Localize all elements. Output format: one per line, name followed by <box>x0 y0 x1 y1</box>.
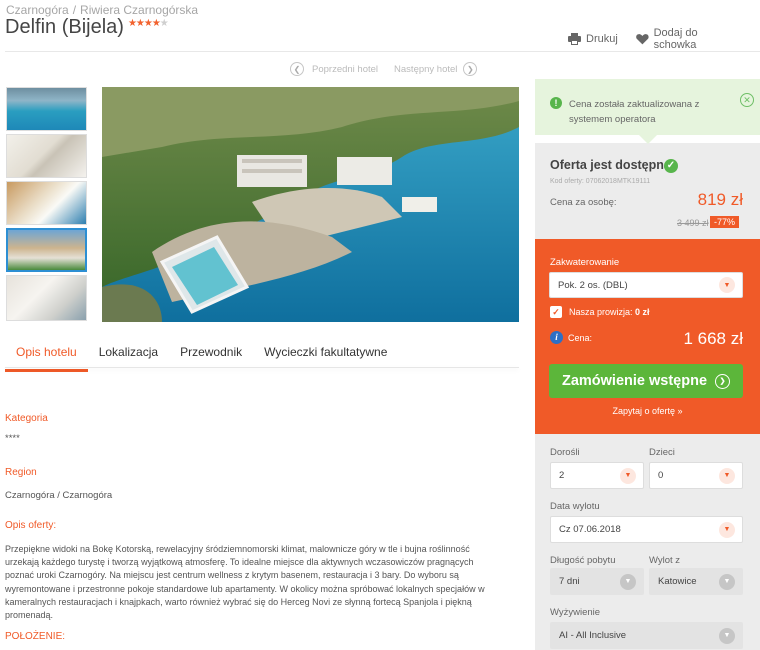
price-update-notice: ! Cena została zaktualizowana z systemem… <box>535 79 760 135</box>
chevron-down-icon: ▼ <box>719 573 735 590</box>
preorder-label: Zamówienie wstępne <box>561 373 708 389</box>
departure-date-value: Cz 07.06.2018 <box>559 524 621 535</box>
price-per-person-label: Cena za osobę: <box>550 197 617 208</box>
board-label: Wyżywienie <box>550 607 601 618</box>
commission-text: Nasza prowizja: <box>569 307 633 317</box>
search-form: Dorośli Dzieci 2 ▼ 0 ▼ Data wylotu Cz 07… <box>535 434 760 650</box>
total-price: 1 668 zł <box>683 329 743 348</box>
breadcrumb-country[interactable]: Czarnogóra <box>6 3 69 17</box>
board-select[interactable]: AI - All Inclusive ▼ <box>550 622 743 649</box>
thumbnail-selected[interactable] <box>6 228 87 272</box>
discount-badge: -77% <box>710 216 740 228</box>
star-filled-icon: ★★★★ <box>127 18 161 29</box>
price-per-person: 819 zł <box>697 190 743 209</box>
departure-airport-value: Katowice <box>658 576 697 587</box>
offer-description: Przepiękne widoki na Bokę Kotorską, rewe… <box>5 544 485 621</box>
star-empty-icon: ★ <box>159 18 169 29</box>
chevron-right-icon[interactable]: ❯ <box>463 62 478 76</box>
stay-length-label: Długość pobytu <box>550 555 616 566</box>
offer-summary: Oferta jest dostępna! ✓ Kod oferty: 0706… <box>535 143 760 239</box>
breadcrumb: Czarnogóra / Riwiera Czarnogórska <box>6 3 198 17</box>
adults-select[interactable]: 2 ▼ <box>550 462 644 489</box>
hotel-aerial-photo <box>102 87 519 322</box>
departure-airport-select[interactable]: Katowice ▼ <box>649 568 743 595</box>
chevron-down-icon: ▼ <box>620 573 636 590</box>
preorder-button[interactable]: Zamówienie wstępne ❯ <box>549 364 743 398</box>
previous-hotel-link[interactable]: Poprzedni hotel <box>312 64 378 75</box>
category-label: Kategoria <box>5 413 48 424</box>
print-button[interactable]: Drukuj <box>568 27 618 51</box>
region-value: Czarnogóra / Czarnogóra <box>5 490 113 501</box>
chevron-down-icon: ▼ <box>620 467 636 484</box>
tab-divider <box>5 367 519 368</box>
add-to-favorites-button[interactable]: Dodaj do schowka <box>635 27 742 51</box>
commission-checkbox[interactable]: ✓ <box>550 306 562 318</box>
notice-pointer <box>639 135 657 144</box>
children-value: 0 <box>658 470 664 481</box>
room-select[interactable]: Pok. 2 os. (DBL) ▼ <box>549 272 743 298</box>
adults-label: Dorośli <box>550 447 580 458</box>
departure-date-label: Data wylotu <box>550 501 600 512</box>
chevron-left-icon[interactable]: ❮ <box>290 62 304 76</box>
thumbnail[interactable] <box>6 134 87 178</box>
commission-label: Nasza prowizja: 0 zł <box>569 307 650 317</box>
arrow-right-icon: ❯ <box>715 373 731 389</box>
ask-about-offer-link[interactable]: Zapytaj o ofertę » <box>535 406 760 416</box>
header-divider <box>5 51 760 52</box>
chevron-down-icon: ▼ <box>719 467 735 484</box>
offer-available-heading: Oferta jest dostępna! <box>550 158 676 172</box>
notice-text: Cena została zaktualizowana z systemem o… <box>569 99 700 125</box>
booking-sidebar: ! Cena została zaktualizowana z systemem… <box>535 79 760 650</box>
thumbnail[interactable] <box>6 181 87 225</box>
photo-thumbnails <box>6 87 87 324</box>
heart-icon <box>635 34 649 45</box>
hotel-title: Delfin (Bijela) <box>5 16 124 38</box>
print-label: Drukuj <box>586 33 618 45</box>
title-row: Delfin (Bijela) ★★★★★ <box>5 16 169 39</box>
breadcrumb-region[interactable]: Riwiera Czarnogórska <box>80 3 198 17</box>
room-select-value: Pok. 2 os. (DBL) <box>558 279 628 291</box>
star-rating: ★★★★★ <box>127 18 169 29</box>
favorite-label: Dodaj do schowka <box>653 27 698 51</box>
chevron-down-icon: ▼ <box>719 627 735 644</box>
offer-code: Kod oferty: 07062018MTK19111 <box>550 178 651 185</box>
next-hotel-link[interactable]: Następny hotel <box>394 64 457 75</box>
check-icon: ✓ <box>664 159 678 173</box>
children-label: Dzieci <box>649 447 675 458</box>
chevron-down-icon: ▼ <box>719 277 735 293</box>
location-label: POŁOŻENIE: <box>5 631 66 642</box>
thumbnail[interactable] <box>6 87 87 131</box>
children-select[interactable]: 0 ▼ <box>649 462 743 489</box>
departure-date-select[interactable]: Cz 07.06.2018 ▼ <box>550 516 743 543</box>
stay-length-select[interactable]: 7 dni ▼ <box>550 568 644 595</box>
adults-value: 2 <box>559 470 565 481</box>
info-success-icon: ! <box>550 97 562 109</box>
breadcrumb-separator: / <box>72 3 77 17</box>
info-icon[interactable]: i <box>550 331 563 344</box>
old-price: 3 499 zł <box>677 218 709 228</box>
header-actions: Drukuj Dodaj do schowka <box>568 27 760 51</box>
thumbnail[interactable] <box>6 275 87 321</box>
category-value: **** <box>5 433 20 444</box>
commission-value: 0 zł <box>635 307 650 317</box>
region-label: Region <box>5 467 37 478</box>
total-price-label: Cena: <box>568 333 593 343</box>
chevron-down-icon: ▼ <box>719 521 735 538</box>
hotel-navigation: ❮ Poprzedni hotel Następny hotel ❯ <box>290 62 478 76</box>
booking-panel: Zakwaterowanie Pok. 2 os. (DBL) ▼ ✓ Nasz… <box>535 239 760 434</box>
departure-airport-label: Wylot z <box>649 555 681 566</box>
room-label: Zakwaterowanie <box>550 257 620 268</box>
board-value: AI - All Inclusive <box>559 630 627 641</box>
printer-icon <box>568 33 581 45</box>
close-icon[interactable]: ✕ <box>740 93 754 107</box>
stay-length-value: 7 dni <box>559 576 580 587</box>
main-hotel-photo[interactable] <box>102 87 519 322</box>
offer-description-label: Opis oferty: <box>5 520 57 531</box>
